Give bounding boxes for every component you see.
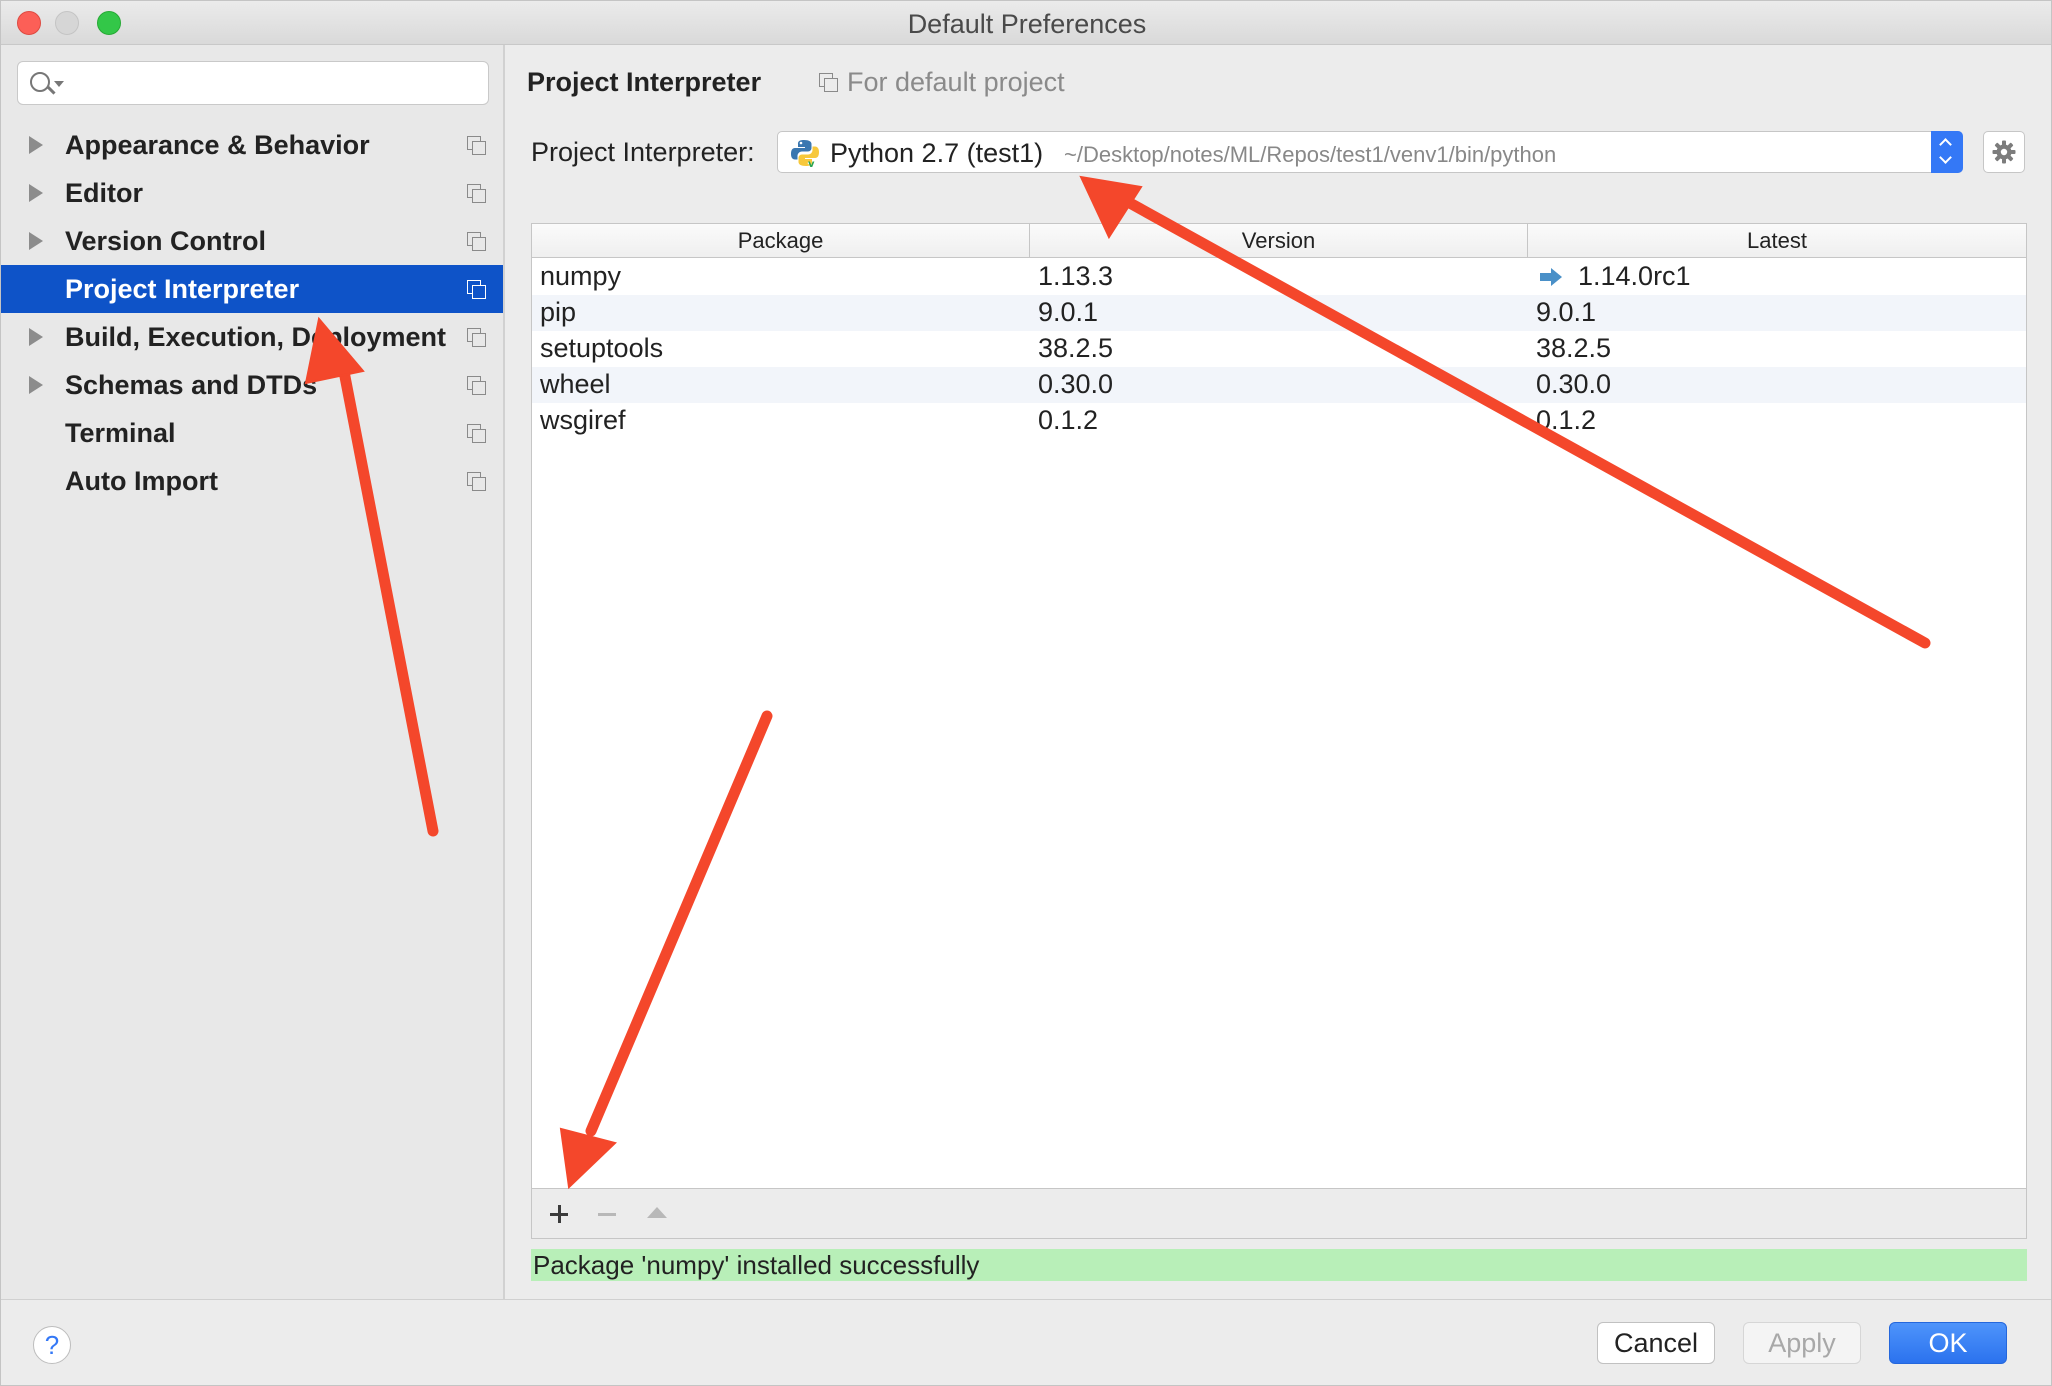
- package-version: 9.0.1: [1038, 297, 1099, 327]
- package-version: 0.1.2: [1038, 405, 1099, 435]
- apply-button[interactable]: Apply: [1743, 1322, 1861, 1364]
- chevron-right-icon[interactable]: [29, 376, 43, 394]
- package-version: 38.2.5: [1038, 333, 1114, 363]
- table-row[interactable]: pip 9.0.1 9.0.1: [532, 295, 2026, 331]
- interpreter-label: Project Interpreter:: [531, 137, 755, 167]
- package-version: 1.13.3: [1038, 261, 1114, 291]
- sidebar-item-version-control[interactable]: Version Control: [1, 217, 503, 265]
- chevron-right-icon[interactable]: [29, 136, 43, 154]
- sidebar-item-label: Appearance & Behavior: [65, 130, 370, 160]
- sidebar-item-editor[interactable]: Editor: [1, 169, 503, 217]
- packages-table: Package Version Latest numpy 1.13.3 1.14…: [531, 223, 2027, 1239]
- settings-sidebar: Appearance & Behavior Editor Version Con…: [1, 45, 505, 1299]
- sidebar-item-label: Project Interpreter: [65, 274, 300, 304]
- package-name: wheel: [540, 369, 611, 399]
- help-button[interactable]: ?: [33, 1326, 71, 1364]
- chevron-right-icon[interactable]: [29, 232, 43, 250]
- package-latest: 0.30.0: [1536, 369, 1612, 399]
- sidebar-item-label: Auto Import: [65, 466, 218, 496]
- package-name: setuptools: [540, 333, 664, 363]
- package-name: pip: [540, 297, 577, 327]
- sidebar-item-auto-import[interactable]: Auto Import: [1, 457, 503, 505]
- page-title: Project Interpreter: [527, 67, 762, 97]
- table-body: numpy 1.13.3 1.14.0rc1 pip 9.0.1 9.0.1 s…: [532, 259, 2026, 439]
- chevron-right-icon[interactable]: [29, 184, 43, 202]
- interpreter-path: ~/Desktop/notes/ML/Repos/test1/venv1/bin…: [1064, 142, 1557, 167]
- sidebar-item-schemas-dtds[interactable]: Schemas and DTDs: [1, 361, 503, 409]
- svg-text:v: v: [808, 159, 815, 168]
- settings-search[interactable]: [17, 61, 489, 105]
- column-header-package[interactable]: Package: [532, 224, 1030, 258]
- sidebar-item-label: Build, Execution, Deployment: [65, 322, 447, 352]
- package-name: numpy: [540, 261, 622, 291]
- status-message: Package 'numpy' installed successfully: [531, 1249, 2027, 1281]
- table-row[interactable]: numpy 1.13.3 1.14.0rc1: [532, 259, 2026, 295]
- sidebar-item-project-interpreter[interactable]: Project Interpreter: [1, 265, 503, 313]
- sidebar-item-label: Editor: [65, 178, 143, 208]
- scope-indicator: For default project: [819, 67, 1065, 98]
- dialog-footer: ? Cancel Apply OK: [1, 1299, 2051, 1385]
- title-bar: Default Preferences: [1, 1, 2051, 45]
- cancel-button[interactable]: Cancel: [1597, 1322, 1715, 1364]
- sidebar-item-label: Terminal: [65, 418, 176, 448]
- column-header-version[interactable]: Version: [1030, 224, 1528, 258]
- package-latest: 1.14.0rc1: [1578, 261, 1691, 291]
- sidebar-item-label: Schemas and DTDs: [65, 370, 318, 400]
- table-header: Package Version Latest: [532, 224, 2026, 258]
- column-header-latest[interactable]: Latest: [1528, 224, 2026, 258]
- scope-label: For default project: [847, 67, 1065, 97]
- project-scope-icon: [467, 472, 486, 491]
- project-scope-icon: [467, 328, 486, 347]
- table-row[interactable]: wheel 0.30.0 0.30.0: [532, 367, 2026, 403]
- sidebar-item-appearance-behavior[interactable]: Appearance & Behavior: [1, 121, 503, 169]
- table-row[interactable]: wsgiref 0.1.2 0.1.2: [532, 403, 2026, 439]
- package-latest: 0.1.2: [1536, 405, 1597, 435]
- preferences-window: Default Preferences Appearance & Behavio…: [0, 0, 2052, 1386]
- project-scope-icon: [467, 184, 486, 203]
- project-scope-icon: [467, 136, 486, 155]
- settings-content-panel: Project Interpreter For default project …: [507, 45, 2051, 1299]
- upgrade-arrow-icon: [1540, 268, 1562, 286]
- package-latest: 38.2.5: [1536, 333, 1612, 363]
- ok-button[interactable]: OK: [1889, 1322, 2007, 1364]
- package-latest: 9.0.1: [1536, 297, 1597, 327]
- project-scope-icon: [467, 280, 486, 299]
- search-icon: [30, 72, 50, 92]
- package-name: wsgiref: [540, 405, 626, 435]
- table-toolbar: [532, 1188, 2026, 1238]
- package-version: 0.30.0: [1038, 369, 1114, 399]
- table-row[interactable]: setuptools 38.2.5 38.2.5: [532, 331, 2026, 367]
- interpreter-name: Python 2.7 (test1): [830, 138, 1044, 168]
- gear-icon: [1992, 140, 2016, 164]
- search-input[interactable]: [68, 68, 478, 98]
- project-scope-icon: [467, 376, 486, 395]
- minus-icon[interactable]: [592, 1199, 622, 1229]
- dropdown-stepper-icon[interactable]: [1931, 131, 1963, 173]
- chevron-right-icon[interactable]: [29, 328, 43, 346]
- settings-nav-list: Appearance & Behavior Editor Version Con…: [1, 121, 503, 505]
- plus-icon[interactable]: [544, 1199, 574, 1229]
- sidebar-item-label: Version Control: [65, 226, 267, 256]
- project-scope-icon: [467, 424, 486, 443]
- search-options-chevron-icon[interactable]: [54, 81, 64, 87]
- sidebar-item-terminal[interactable]: Terminal: [1, 409, 503, 457]
- triangle-up-icon[interactable]: [642, 1199, 672, 1229]
- sidebar-item-build-execution-deployment[interactable]: Build, Execution, Deployment: [1, 313, 503, 361]
- copy-icon: [819, 73, 838, 92]
- interpreter-select[interactable]: v Python 2.7 (test1) ~/Desktop/notes/ML/…: [777, 131, 1963, 173]
- project-scope-icon: [467, 232, 486, 251]
- python-icon: v: [791, 140, 819, 168]
- interpreter-settings-button[interactable]: [1983, 131, 2025, 173]
- window-title: Default Preferences: [907, 9, 1147, 39]
